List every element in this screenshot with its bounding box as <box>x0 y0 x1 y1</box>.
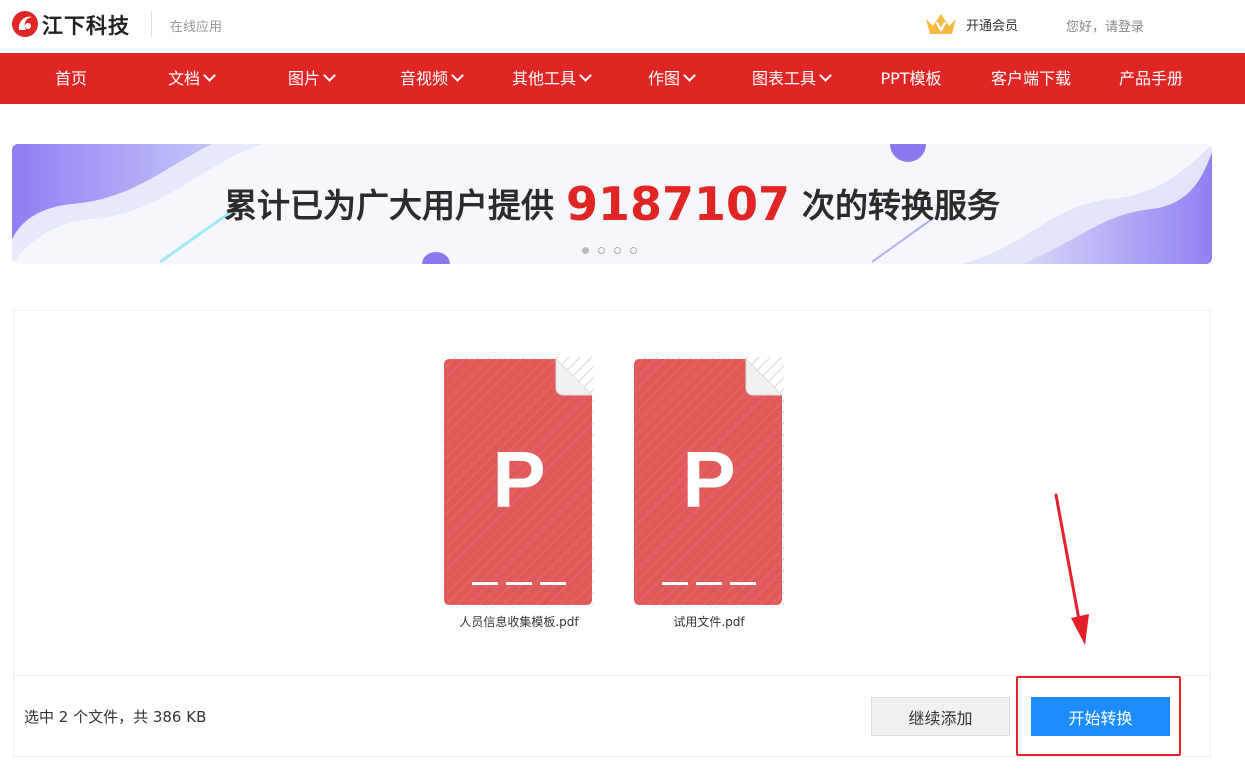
nav-item-label: 音视频 <box>399 69 449 88</box>
nav-item-documents[interactable]: 文档 <box>167 53 216 104</box>
jiangxia-logo-icon[interactable] <box>10 9 40 39</box>
banner-prefix: 累计已为广大用户提供 <box>223 186 554 225</box>
nav-item-manual[interactable]: 产品手册 <box>1119 53 1183 104</box>
crown-icon <box>926 14 956 34</box>
banner-suffix: 次的转换服务 <box>802 186 1001 225</box>
vip-label: 开通会员 <box>966 18 1019 34</box>
chevron-down-icon <box>323 69 336 82</box>
main-nav: 首页 文档 图片 音视频 其他工具 作图 图表工具 PPT模板 客户端下载 产品… <box>0 53 1245 104</box>
nav-item-ppt-templates[interactable]: PPT模板 <box>880 53 941 104</box>
nav-item-label: 作图 <box>647 69 681 88</box>
header-divider <box>151 11 152 37</box>
banner-headline: 累计已为广大用户提供 9187107 次的转换服务 <box>12 174 1212 231</box>
carousel-dot[interactable] <box>614 247 621 254</box>
carousel-indicators <box>582 247 637 254</box>
file-type-letter: P <box>682 435 735 524</box>
chevron-down-icon <box>683 69 696 82</box>
chevron-down-icon <box>451 69 464 82</box>
file-type-letter: P <box>492 435 545 524</box>
stats-banner[interactable]: 累计已为广大用户提供 9187107 次的转换服务 <box>12 144 1212 264</box>
nav-item-label: PPT模板 <box>880 69 942 88</box>
conversion-count: 9187107 <box>565 177 791 231</box>
chevron-down-icon <box>819 69 832 82</box>
nav-item-label: 文档 <box>167 69 201 88</box>
nav-item-other-tools[interactable]: 其他工具 <box>511 53 592 104</box>
carousel-dot[interactable] <box>598 247 605 254</box>
file-name: 人员信息收集模板.pdf <box>459 615 579 629</box>
nav-item-label: 首页 <box>54 69 88 88</box>
nav-item-drawing[interactable]: 作图 <box>647 53 696 104</box>
nav-item-label: 客户端下载 <box>990 69 1072 88</box>
start-conversion-button[interactable]: 开始转换 <box>1031 697 1170 736</box>
pdf-file-icon: P <box>444 357 594 605</box>
add-more-button[interactable]: 继续添加 <box>871 697 1010 736</box>
file-card[interactable]: P 人员信息收集模板.pdf <box>444 357 594 630</box>
nav-item-label: 图片 <box>287 69 321 88</box>
top-bar: 江下科技 在线应用 开通会员 您好，请登录 <box>0 0 1245 53</box>
nav-item-chart-tools[interactable]: 图表工具 <box>751 53 832 104</box>
upload-panel: P 人员信息收集模板.pdf P 试用文件.pdf 选中 2 个文件，共 386… <box>13 310 1211 757</box>
brand-name[interactable]: 江下科技 <box>42 10 130 40</box>
chevron-down-icon <box>203 69 216 82</box>
nav-item-images[interactable]: 图片 <box>287 53 336 104</box>
vip-link[interactable]: 开通会员 <box>924 11 1018 37</box>
upload-footer: 选中 2 个文件，共 386 KB 继续添加 开始转换 <box>14 675 1210 758</box>
chevron-down-icon <box>579 69 592 82</box>
carousel-dot[interactable] <box>630 247 637 254</box>
pdf-file-icon: P <box>634 357 784 605</box>
nav-item-label: 产品手册 <box>1118 69 1184 88</box>
login-link[interactable]: 您好，请登录 <box>1066 16 1144 35</box>
nav-item-client-download[interactable]: 客户端下载 <box>991 53 1071 104</box>
nav-item-label: 其他工具 <box>511 69 577 88</box>
carousel-dot[interactable] <box>582 247 589 254</box>
file-card[interactable]: P 试用文件.pdf <box>634 357 784 630</box>
nav-item-label: 图表工具 <box>751 69 817 88</box>
selection-summary: 选中 2 个文件，共 386 KB <box>24 708 207 726</box>
nav-item-audio-video[interactable]: 音视频 <box>399 53 464 104</box>
nav-item-home[interactable]: 首页 <box>55 53 87 104</box>
file-name: 试用文件.pdf <box>673 615 745 629</box>
header-subtitle: 在线应用 <box>170 20 223 35</box>
